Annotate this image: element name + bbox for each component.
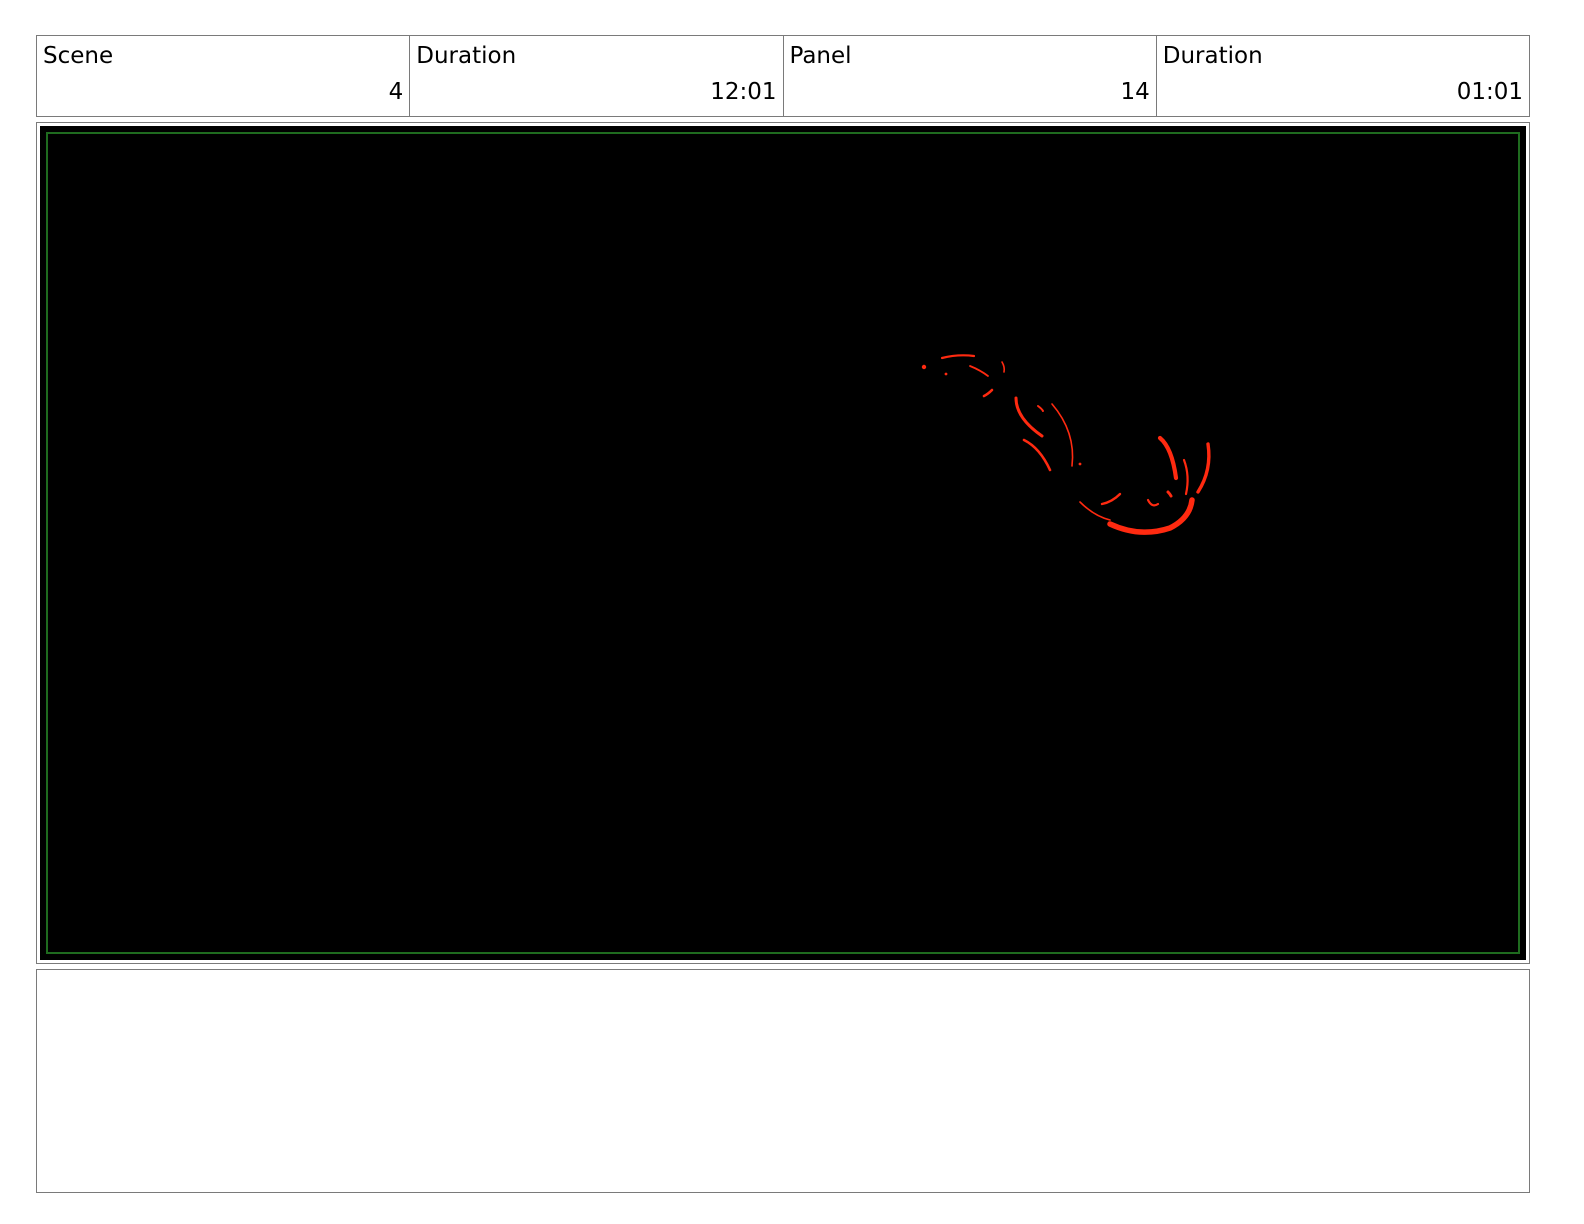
sketch-dot — [944, 372, 948, 376]
panel-cell: Panel 14 — [784, 36, 1157, 116]
sketch-stroke — [1196, 442, 1211, 494]
panel-image — [40, 126, 1526, 960]
sketch-stroke — [1146, 498, 1160, 507]
sketch-stroke — [1001, 361, 1006, 373]
sketch-stroke — [1100, 492, 1122, 506]
sketch-drawing — [921, 354, 1211, 535]
scene-label: Scene — [43, 43, 114, 69]
sketch-dot — [1078, 462, 1082, 466]
storyboard-page: Scene 4 Duration 12:01 Panel 14 Duration… — [0, 0, 1584, 1224]
sketch-stroke — [1014, 396, 1044, 438]
scene-number: 4 — [388, 79, 404, 105]
panel-info-header: Scene 4 Duration 12:01 Panel 14 Duration… — [36, 35, 1530, 117]
sketch-stroke — [1051, 403, 1074, 467]
panel-number: 14 — [1120, 79, 1150, 105]
scene-cell: Scene 4 — [37, 36, 411, 116]
panel-duration-label: Duration — [1162, 43, 1263, 69]
sketch-dot — [921, 364, 927, 370]
panel-label: Panel — [789, 43, 852, 69]
notes-area — [36, 969, 1530, 1193]
sketch-stroke — [940, 354, 976, 360]
sketch-stroke — [1079, 501, 1111, 521]
panel-frame — [36, 122, 1530, 964]
scene-duration-cell: Duration 12:01 — [410, 36, 784, 116]
scene-duration-label: Duration — [416, 43, 517, 69]
sketch-stroke — [1166, 490, 1173, 498]
sketch-stroke — [1037, 405, 1044, 412]
sketch-stroke — [982, 388, 994, 398]
sketch-stroke — [1157, 435, 1179, 481]
sketch-stroke — [1022, 438, 1052, 472]
scene-duration-value: 12:01 — [710, 79, 777, 105]
panel-duration-cell: Duration 01:01 — [1157, 36, 1529, 116]
sketch-stroke — [969, 365, 989, 377]
sketch-stroke — [1182, 458, 1189, 496]
panel-duration-value: 01:01 — [1456, 79, 1523, 105]
